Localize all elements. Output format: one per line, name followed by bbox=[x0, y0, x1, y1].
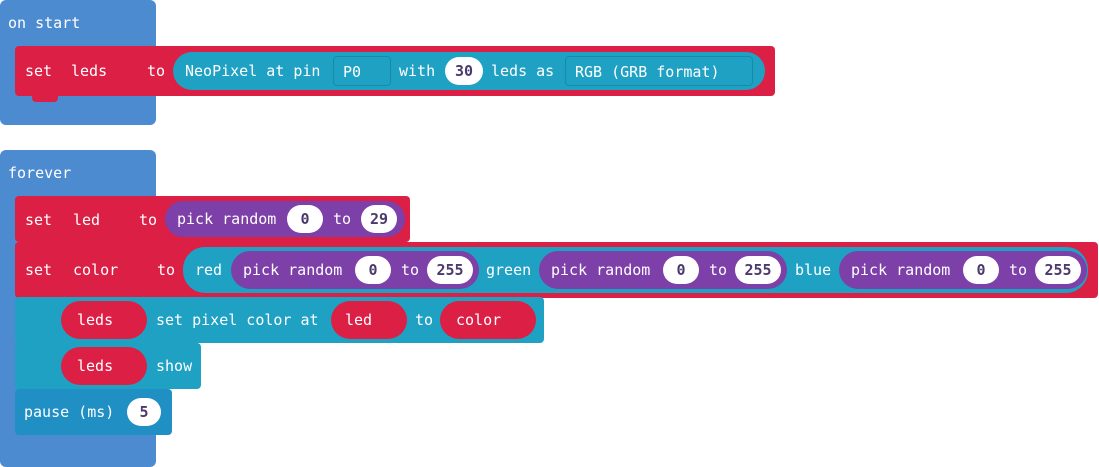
blue-min-input[interactable]: 0 bbox=[963, 256, 999, 284]
pause-label: pause (ms) bbox=[24, 403, 115, 421]
set-keyword: set bbox=[25, 211, 53, 229]
strip-variable-leds[interactable]: leds bbox=[61, 301, 147, 339]
pick-random-label: pick random bbox=[177, 210, 277, 228]
neopixel-label: NeoPixel at pin bbox=[185, 62, 321, 80]
green-min-input[interactable]: 0 bbox=[663, 256, 699, 284]
pick-random-label: pick random bbox=[243, 261, 343, 279]
variable-dropdown-led[interactable]: led bbox=[73, 210, 100, 230]
pick-random-label: pick random bbox=[851, 261, 951, 279]
random-min-input[interactable]: 0 bbox=[287, 205, 323, 233]
to-keyword: to bbox=[415, 311, 434, 329]
to-keyword: to bbox=[1009, 261, 1028, 279]
pause-ms-input[interactable]: 5 bbox=[127, 398, 161, 426]
color-variable[interactable]: color bbox=[440, 301, 536, 339]
pick-random-block[interactable]: pick random 0 to 29 bbox=[165, 201, 405, 237]
to-keyword: to bbox=[333, 210, 352, 228]
leds-as-label: leds as bbox=[491, 62, 555, 80]
neopixel-create-block[interactable]: NeoPixel at pin P0 with 30 leds as RGB (… bbox=[173, 52, 765, 90]
index-variable-led[interactable]: led bbox=[331, 301, 407, 339]
set-led-block[interactable]: set led to pick random 0 to 29 bbox=[15, 196, 410, 242]
show-block[interactable]: leds show bbox=[15, 343, 201, 389]
format-value: RGB (GRB format) bbox=[575, 63, 720, 81]
set-leds-block[interactable]: set leds to NeoPixel at pin P0 with 30 l… bbox=[15, 46, 775, 96]
set-pixel-color-block[interactable]: leds set pixel color at led to color bbox=[15, 297, 544, 343]
green-max-input[interactable]: 255 bbox=[735, 256, 781, 284]
set-keyword: set bbox=[25, 261, 53, 279]
to-keyword: to bbox=[139, 211, 158, 229]
to-keyword: to bbox=[709, 261, 728, 279]
pick-random-label: pick random bbox=[551, 261, 651, 279]
variable-label: leds bbox=[77, 357, 114, 375]
red-min-input[interactable]: 0 bbox=[355, 256, 391, 284]
forever-label: forever bbox=[8, 164, 72, 182]
red-keyword: red bbox=[195, 261, 223, 279]
to-keyword: to bbox=[401, 261, 420, 279]
pause-block[interactable]: pause (ms) 5 bbox=[15, 389, 172, 435]
pick-random-green[interactable]: pick random 0 to 255 bbox=[539, 251, 787, 289]
set-color-block[interactable]: set color to red pick random 0 to 255 gr… bbox=[15, 242, 1098, 298]
set-pixel-label: set pixel color at bbox=[156, 311, 319, 329]
blue-max-input[interactable]: 255 bbox=[1035, 256, 1081, 284]
variable-dropdown-leds[interactable]: leds bbox=[71, 61, 107, 81]
red-max-input[interactable]: 255 bbox=[427, 256, 473, 284]
green-keyword: green bbox=[486, 261, 532, 279]
set-keyword: set bbox=[25, 62, 53, 80]
led-count-input[interactable]: 30 bbox=[445, 57, 483, 85]
pin-dropdown[interactable]: P0 bbox=[333, 56, 391, 86]
variable-label: color bbox=[456, 311, 502, 329]
pick-random-red[interactable]: pick random 0 to 255 bbox=[231, 251, 479, 289]
block-connector bbox=[32, 96, 58, 102]
to-keyword: to bbox=[147, 62, 166, 80]
pin-value: P0 bbox=[343, 63, 362, 81]
random-max-input[interactable]: 29 bbox=[361, 205, 397, 233]
strip-variable-leds[interactable]: leds bbox=[61, 347, 147, 385]
variable-label: led bbox=[345, 311, 373, 329]
with-keyword: with bbox=[399, 62, 436, 80]
variable-dropdown-color[interactable]: color bbox=[73, 260, 118, 280]
to-keyword: to bbox=[157, 261, 176, 279]
variable-label: leds bbox=[77, 311, 114, 329]
show-label: show bbox=[156, 357, 193, 375]
on-start-label: on start bbox=[8, 14, 81, 32]
blue-keyword: blue bbox=[795, 261, 832, 279]
rgb-block[interactable]: red pick random 0 to 255 green pick rand… bbox=[183, 247, 1088, 293]
format-dropdown[interactable]: RGB (GRB format) bbox=[565, 56, 753, 86]
pick-random-blue[interactable]: pick random 0 to 255 bbox=[839, 251, 1087, 289]
